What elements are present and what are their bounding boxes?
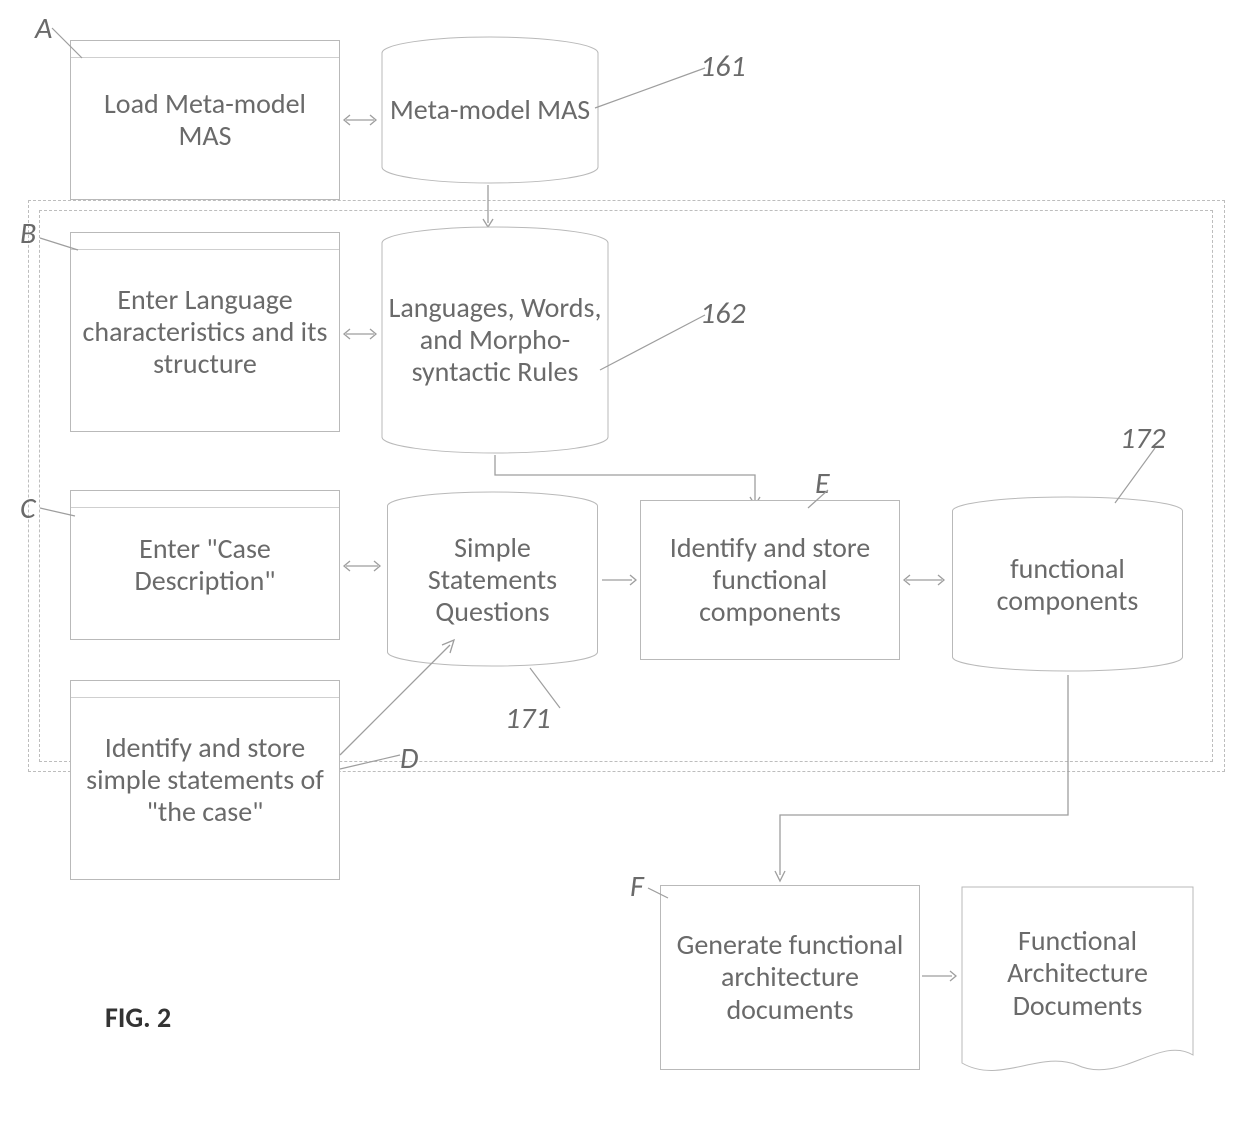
cylinder-meta-model: Meta-model MAS <box>380 35 600 185</box>
arrow-b-languages <box>340 326 380 342</box>
leader-161 <box>595 68 705 108</box>
arrow-simple-e <box>600 572 640 588</box>
letter-d: D <box>400 740 418 777</box>
box-d-label: Identify and store simple statements of … <box>77 732 333 829</box>
box-load-meta-model: Load Meta-model MAS <box>70 40 340 200</box>
arrow-metamodel-languages <box>480 185 496 230</box>
arrow-f-doc <box>920 968 960 984</box>
cyl-simple-label: Simple Statements Questions <box>393 532 592 629</box>
leader-a <box>52 28 82 58</box>
box-a-label: Load Meta-model MAS <box>77 88 333 152</box>
arrow-e-fc <box>900 572 948 588</box>
letter-f: F <box>630 868 644 905</box>
cyl-languages-label: Languages, Words, and Morpho-syntactic R… <box>388 292 602 389</box>
ref-161: 161 <box>700 48 746 85</box>
box-enter-case-description: Enter "Case Description" <box>70 490 340 640</box>
box-identify-functional: Identify and store functional components <box>640 500 900 660</box>
leader-b <box>40 238 78 258</box>
leader-162 <box>600 315 705 370</box>
doc-label: Functional Architecture Documents <box>968 925 1187 1022</box>
leader-e <box>808 490 828 508</box>
box-c-label: Enter "Case Description" <box>77 533 333 597</box>
letter-b: B <box>20 215 36 252</box>
box-identify-simple-statements: Identify and store simple statements of … <box>70 680 340 880</box>
document-functional-arch: Functional Architecture Documents <box>960 885 1195 1080</box>
arrow-fc-generate <box>770 675 1070 885</box>
box-enter-language: Enter Language characteristics and its s… <box>70 232 340 432</box>
letter-a: A <box>35 10 52 47</box>
arrow-c-simple <box>340 558 385 574</box>
cylinder-languages: Languages, Words, and Morpho-syntactic R… <box>380 225 610 455</box>
cylinder-functional-components: functional components <box>950 495 1185 675</box>
ref-162: 162 <box>700 295 746 332</box>
cyl-meta-model-label: Meta-model MAS <box>390 94 590 126</box>
box-e-label: Identify and store functional components <box>647 532 893 629</box>
leader-172 <box>1115 448 1155 503</box>
leader-d <box>340 755 400 769</box>
diagram-canvas: Load Meta-model MAS A Meta-model MAS 161… <box>0 0 1240 1121</box>
figure-caption: FIG. 2 <box>105 1000 171 1035</box>
box-f-label: Generate functional architecture documen… <box>667 929 913 1026</box>
letter-c: C <box>20 490 36 527</box>
cyl-fc-label: functional components <box>958 553 1177 617</box>
leader-171 <box>530 668 560 708</box>
arrow-a-metamodel <box>340 112 380 128</box>
leader-c <box>40 508 75 520</box>
arrow-d-simple <box>340 635 460 755</box>
box-b-label: Enter Language characteristics and its s… <box>77 284 333 381</box>
box-generate-documents: Generate functional architecture documen… <box>660 885 920 1070</box>
leader-f <box>648 888 668 902</box>
